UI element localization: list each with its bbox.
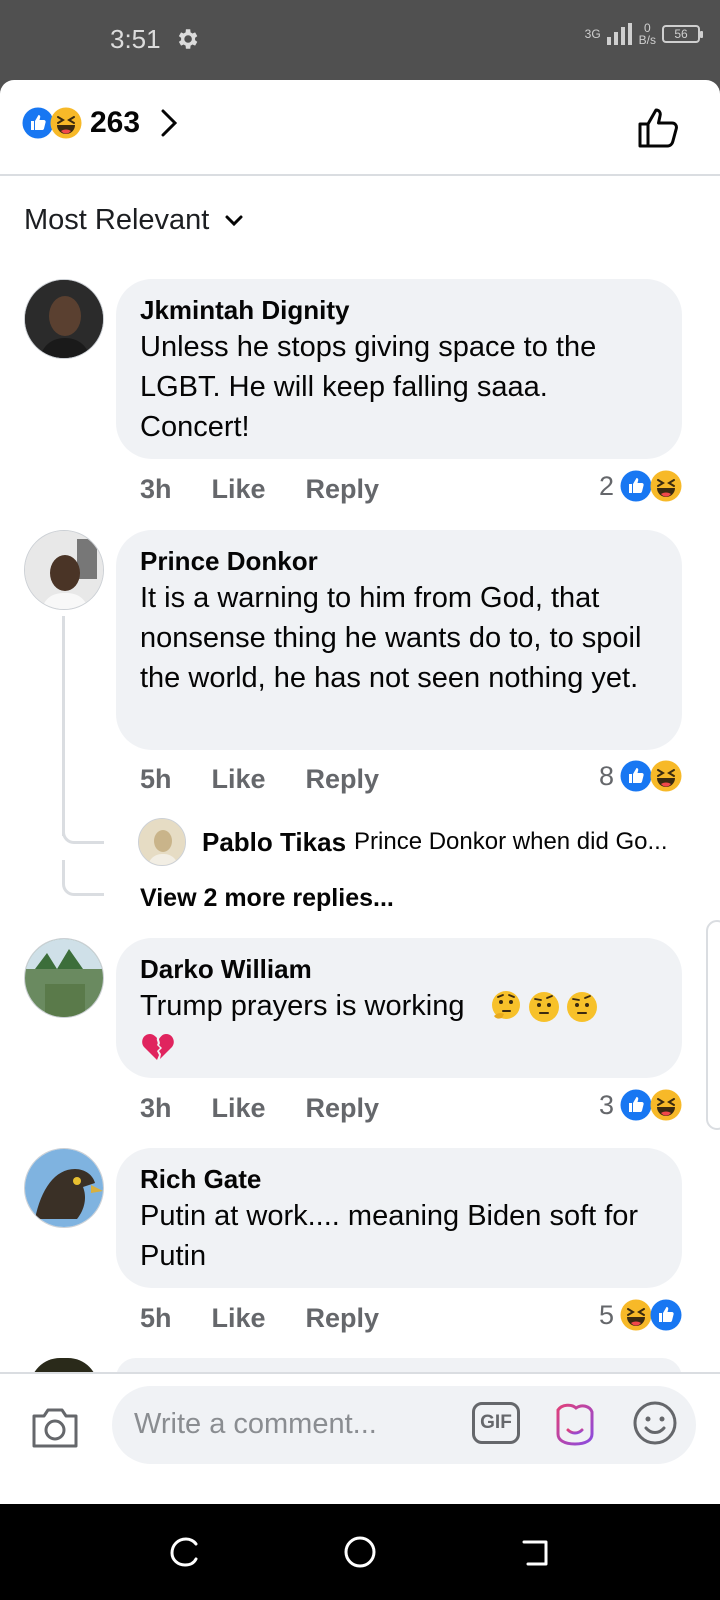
comment-reactions[interactable]: 8: [599, 760, 682, 792]
comment-bubble[interactable]: Prince Donkor It is a warning to him fro…: [116, 530, 682, 750]
comment-actions: 3h Like Reply: [140, 474, 379, 505]
avatar[interactable]: [24, 530, 104, 610]
gif-button[interactable]: GIF: [472, 1402, 520, 1444]
reaction-icons: [22, 107, 82, 139]
reply-text: Prince Donkor when did Go...: [354, 828, 668, 855]
comments-sheet: 263 Most Relevant Jkmintah Dignity Unles…: [0, 80, 720, 1504]
comment-text: It is a warning to him from God, that no…: [140, 582, 642, 694]
comment-time: 3h: [140, 474, 172, 504]
thread-connector: [62, 860, 104, 896]
comment-input-container: GIF: [112, 1386, 696, 1464]
comment-time: 5h: [140, 764, 172, 794]
comment-reactions[interactable]: 3: [599, 1089, 682, 1121]
system-nav-bar: [0, 1504, 720, 1600]
emoji-icon[interactable]: [632, 1400, 678, 1446]
comment-reaction-count: 5: [598, 1299, 614, 1330]
profile-photo-icon: [139, 819, 185, 865]
haha-icon: [650, 760, 682, 792]
comment-text-content: Trump prayers is working: [140, 990, 465, 1022]
comment-author[interactable]: Darko William: [140, 952, 658, 986]
avatar[interactable]: [24, 1148, 104, 1228]
comment-reaction-count: 3: [598, 1089, 614, 1120]
data-speed: 0 B/s: [639, 22, 656, 46]
haha-icon: [650, 1089, 682, 1121]
raised-eyebrow-face-icon: [527, 990, 561, 1024]
chevron-right-icon[interactable]: [158, 107, 180, 139]
thinking-face-icon: [489, 990, 523, 1024]
sort-label: Most Relevant: [24, 204, 210, 236]
reactions-header: 263: [0, 80, 720, 176]
comment-time: 3h: [140, 1093, 172, 1123]
speed-unit: B/s: [638, 33, 656, 47]
side-handle[interactable]: [706, 920, 720, 1130]
comment-input[interactable]: [134, 1402, 444, 1446]
profile-photo-icon: [25, 280, 103, 358]
network-type: 3G: [584, 27, 601, 41]
view-more-replies[interactable]: View 2 more replies...: [140, 884, 394, 913]
reply-preview[interactable]: Pablo Tikas Prince Donkor when did Go...: [138, 818, 688, 866]
comment-bubble[interactable]: Jkmintah Dignity Unless he stops giving …: [116, 279, 682, 459]
status-time: 3:51: [110, 24, 161, 54]
reply-avatar: [138, 818, 186, 866]
comment-reactions[interactable]: 2: [599, 470, 682, 502]
home-icon[interactable]: [342, 1534, 378, 1570]
like-action[interactable]: Like: [212, 474, 266, 505]
reply-action[interactable]: Reply: [306, 764, 380, 795]
like-action[interactable]: Like: [212, 1093, 266, 1124]
profile-photo-icon: [25, 1149, 103, 1227]
haha-icon: [620, 1299, 652, 1331]
comment-text: Trump prayers is working: [140, 986, 658, 1066]
like-icon: [620, 760, 652, 792]
comment-time: 5h: [140, 1303, 172, 1333]
camera-icon[interactable]: [30, 1404, 80, 1450]
status-indicators: 3G 0 B/s 56: [584, 22, 703, 46]
battery-level: 56: [674, 27, 688, 41]
reply-action[interactable]: Reply: [306, 1093, 380, 1124]
raised-eyebrow-face-icon: [565, 990, 599, 1024]
comment-text: Unless he stops giving space to the LGBT…: [140, 331, 597, 443]
reply-action[interactable]: Reply: [306, 474, 380, 505]
comment-bubble[interactable]: Rich Gate Putin at work.... meaning Bide…: [116, 1148, 682, 1288]
reply-action[interactable]: Reply: [306, 1303, 380, 1334]
thread-line: [62, 616, 65, 836]
like-action[interactable]: Like: [212, 764, 266, 795]
comment-bubble[interactable]: Darko William Trump prayers is working: [116, 938, 682, 1078]
comment-author[interactable]: Jkmintah Dignity: [140, 293, 658, 327]
recents-icon[interactable]: [166, 1534, 202, 1570]
thread-connector: [62, 820, 104, 844]
like-icon: [620, 1089, 652, 1121]
comment-author[interactable]: Prince Donkor: [140, 544, 658, 578]
profile-photo-icon: [25, 531, 103, 609]
comment-reaction-count: 2: [598, 470, 614, 501]
back-icon[interactable]: [518, 1534, 554, 1570]
like-icon: [620, 470, 652, 502]
reaction-count: 263: [90, 106, 141, 139]
comment-reaction-count: 8: [598, 760, 614, 791]
avatar[interactable]: [24, 279, 104, 359]
settings-gear-icon: [178, 29, 198, 49]
comment-actions: 5h Like Reply: [140, 764, 379, 795]
thumbs-up-icon[interactable]: [636, 106, 680, 150]
comment-author[interactable]: Rich Gate: [140, 1162, 658, 1196]
signal-icon: [606, 23, 632, 45]
avatar-sticker-icon[interactable]: [552, 1400, 598, 1446]
like-action[interactable]: Like: [212, 1303, 266, 1334]
broken-heart-icon: [140, 1030, 174, 1064]
reply-author[interactable]: Pablo Tikas: [202, 827, 346, 858]
chevron-down-icon: [225, 215, 243, 226]
reactions-summary[interactable]: 263: [22, 106, 180, 140]
profile-photo-icon: [25, 939, 103, 1017]
like-icon: [650, 1299, 682, 1331]
haha-icon: [50, 107, 82, 139]
comment-actions: 5h Like Reply: [140, 1303, 379, 1334]
comment-reactions[interactable]: 5: [599, 1299, 682, 1331]
comment-actions: 3h Like Reply: [140, 1093, 379, 1124]
avatar[interactable]: [24, 938, 104, 1018]
haha-icon: [650, 470, 682, 502]
status-bar: 3:51 3G 0 B/s 56: [0, 0, 720, 80]
comment-composer: GIF: [0, 1372, 720, 1504]
comment-text: Putin at work.... meaning Biden soft for…: [140, 1200, 639, 1272]
battery-icon: 56: [662, 25, 703, 43]
sort-dropdown[interactable]: Most Relevant: [24, 204, 245, 237]
